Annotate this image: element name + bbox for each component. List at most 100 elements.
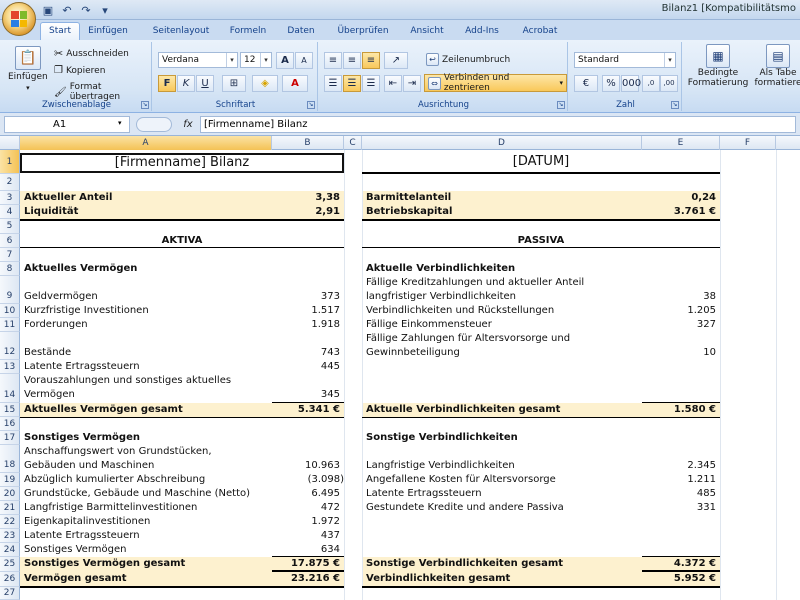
italic-button[interactable]: K — [177, 75, 195, 92]
align-middle-icon[interactable]: ≡ — [343, 52, 361, 69]
column-header-b[interactable]: B — [272, 136, 344, 150]
passiva-header[interactable]: PASSIVA — [362, 235, 720, 246]
current-assets-total-value[interactable]: 5.341 € — [272, 404, 340, 415]
row-header[interactable]: 25 — [0, 557, 20, 572]
qat-dropdown-icon[interactable]: ▾ — [97, 3, 113, 18]
fill-color-icon[interactable]: ◈ — [252, 75, 278, 92]
formula-input[interactable]: [Firmenname] Bilanz — [200, 116, 796, 133]
office-button[interactable] — [2, 2, 36, 36]
liability-value[interactable]: 10 — [642, 347, 716, 358]
formula-bar-resize[interactable] — [136, 117, 172, 132]
liability-label[interactable]: Angefallene Kosten für Altersvorsorge — [366, 474, 556, 485]
row-header[interactable]: 9 — [0, 276, 20, 304]
redo-icon[interactable]: ↷ — [78, 3, 94, 18]
row-header[interactable]: 19 — [0, 473, 20, 487]
aktueller-anteil-label[interactable]: Aktueller Anteil — [24, 192, 112, 203]
asset-value[interactable]: 345 — [272, 389, 340, 400]
asset-label-cont[interactable]: Gebäuden und Maschinen — [24, 460, 154, 471]
liability-value[interactable]: 2.345 — [642, 460, 716, 471]
row-header[interactable]: 12 — [0, 332, 20, 360]
aktiva-header[interactable]: AKTIVA — [20, 235, 344, 246]
row-header[interactable]: 3 — [0, 191, 20, 205]
number-format-select[interactable]: Standard ▾ — [574, 52, 676, 68]
tab-daten[interactable]: Daten — [284, 23, 318, 40]
liability-label[interactable]: Langfristige Verbindlichkeiten — [366, 460, 515, 471]
row-header[interactable]: 13 — [0, 360, 20, 374]
font-launcher-icon[interactable]: ↘ — [307, 101, 315, 109]
borders-icon[interactable]: ⊞ — [222, 75, 246, 92]
percent-icon[interactable]: % — [602, 75, 620, 92]
asset-label[interactable]: Langfristige Barmittelinvestitionen — [24, 502, 197, 513]
increase-indent-icon[interactable]: ⇥ — [403, 75, 421, 92]
clipboard-launcher-icon[interactable]: ↘ — [141, 101, 149, 109]
liability-label[interactable]: Gestundete Kredite und andere Passiva — [366, 502, 564, 513]
insert-function-icon[interactable]: fx — [180, 116, 196, 133]
asset-label[interactable]: Kurzfristige Investitionen — [24, 305, 149, 316]
number-launcher-icon[interactable]: ↘ — [671, 101, 679, 109]
liab-total-label[interactable]: Verbindlichkeiten gesamt — [366, 573, 510, 584]
row-header[interactable]: 1 — [0, 150, 20, 174]
liquiditaet-label[interactable]: Liquidität — [24, 206, 78, 217]
conditional-formatting-button[interactable]: ▦ Bedingte Formatierung — [688, 44, 748, 88]
undo-icon[interactable]: ↶ — [59, 3, 75, 18]
thousands-icon[interactable]: 000 — [621, 75, 641, 92]
assets-total-value[interactable]: 23.216 € — [272, 573, 340, 584]
barmittelanteil-value[interactable]: 0,24 — [642, 192, 716, 203]
row-header[interactable]: 4 — [0, 205, 20, 219]
asset-value[interactable]: 1.517 — [272, 305, 340, 316]
tab-ansicht[interactable]: Ansicht — [406, 23, 448, 40]
row-header[interactable]: 15 — [0, 403, 20, 417]
bold-button[interactable]: F — [158, 75, 176, 92]
tab-seitenlayout[interactable]: Seitenlayout — [148, 23, 214, 40]
row-header[interactable]: 11 — [0, 318, 20, 332]
font-name-select[interactable]: Verdana ▾ — [158, 52, 238, 68]
align-center-icon[interactable]: ☰ — [343, 75, 361, 92]
liability-value[interactable]: 38 — [642, 291, 716, 302]
current-assets-header[interactable]: Aktuelles Vermögen — [24, 263, 137, 274]
row-header[interactable]: 26 — [0, 572, 20, 587]
format-painter-button[interactable]: 🖌 Format übertragen — [54, 82, 151, 102]
asset-label[interactable]: Grundstücke, Gebäude und Maschine (Netto… — [24, 488, 250, 499]
align-left-icon[interactable]: ☰ — [324, 75, 342, 92]
column-header-f[interactable]: F — [720, 136, 776, 150]
aktueller-anteil-value[interactable]: 3,38 — [272, 192, 340, 203]
row-header[interactable]: 18 — [0, 445, 20, 473]
liability-label[interactable]: Fällige Zahlungen für Altersvorsorge und — [366, 333, 570, 344]
row-header[interactable]: 10 — [0, 304, 20, 318]
asset-label[interactable]: Eigenkapitalinvestitionen — [24, 516, 150, 527]
asset-value[interactable]: 373 — [272, 291, 340, 302]
liquiditaet-value[interactable]: 2,91 — [272, 206, 340, 217]
asset-label[interactable]: Abzüglich kumulierter Abschreibung — [24, 474, 205, 485]
orientation-icon[interactable]: ↗ — [384, 52, 408, 69]
format-as-table-button[interactable]: ▤ Als Tabe formatiere — [754, 44, 800, 88]
row-header[interactable]: 5 — [0, 219, 20, 234]
asset-value[interactable]: 445 — [272, 361, 340, 372]
asset-value[interactable]: 743 — [272, 347, 340, 358]
shrink-font-icon[interactable]: A — [295, 52, 313, 69]
title-cell-right[interactable]: [DATUM] — [362, 154, 720, 169]
row-header[interactable]: 7 — [0, 248, 20, 262]
column-header-a[interactable]: A — [20, 136, 272, 150]
liability-value[interactable]: 1.211 — [642, 474, 716, 485]
asset-label[interactable]: Forderungen — [24, 319, 88, 330]
other-liab-total-label[interactable]: Sonstige Verbindlichkeiten gesamt — [366, 558, 563, 569]
name-box[interactable]: A1 — [4, 116, 130, 133]
tab-add-ins[interactable]: Add-Ins — [462, 23, 502, 40]
asset-label-cont[interactable]: Vermögen — [24, 389, 75, 400]
increase-decimal-icon[interactable]: ,0 — [642, 75, 660, 92]
row-header[interactable]: 24 — [0, 543, 20, 557]
asset-value[interactable]: 6.495 — [272, 488, 340, 499]
liability-label[interactable]: Verbindlichkeiten und Rückstellungen — [366, 305, 554, 316]
asset-label[interactable]: Latente Ertragssteuern — [24, 530, 140, 541]
decrease-indent-icon[interactable]: ⇤ — [384, 75, 402, 92]
other-assets-total-value[interactable]: 17.875 € — [272, 558, 340, 569]
current-assets-total-label[interactable]: Aktuelles Vermögen gesamt — [24, 404, 183, 415]
alignment-launcher-icon[interactable]: ↘ — [557, 101, 565, 109]
liability-label-cont[interactable]: Gewinnbeteiligung — [366, 347, 460, 358]
asset-label[interactable]: Sonstiges Vermögen — [24, 544, 126, 555]
row-header[interactable]: 27 — [0, 587, 20, 600]
betriebskapital-value[interactable]: 3.761 € — [642, 206, 716, 217]
current-liab-total-label[interactable]: Aktuelle Verbindlichkeiten gesamt — [366, 404, 560, 415]
column-header-e[interactable]: E — [642, 136, 720, 150]
asset-value[interactable]: 437 — [272, 530, 340, 541]
